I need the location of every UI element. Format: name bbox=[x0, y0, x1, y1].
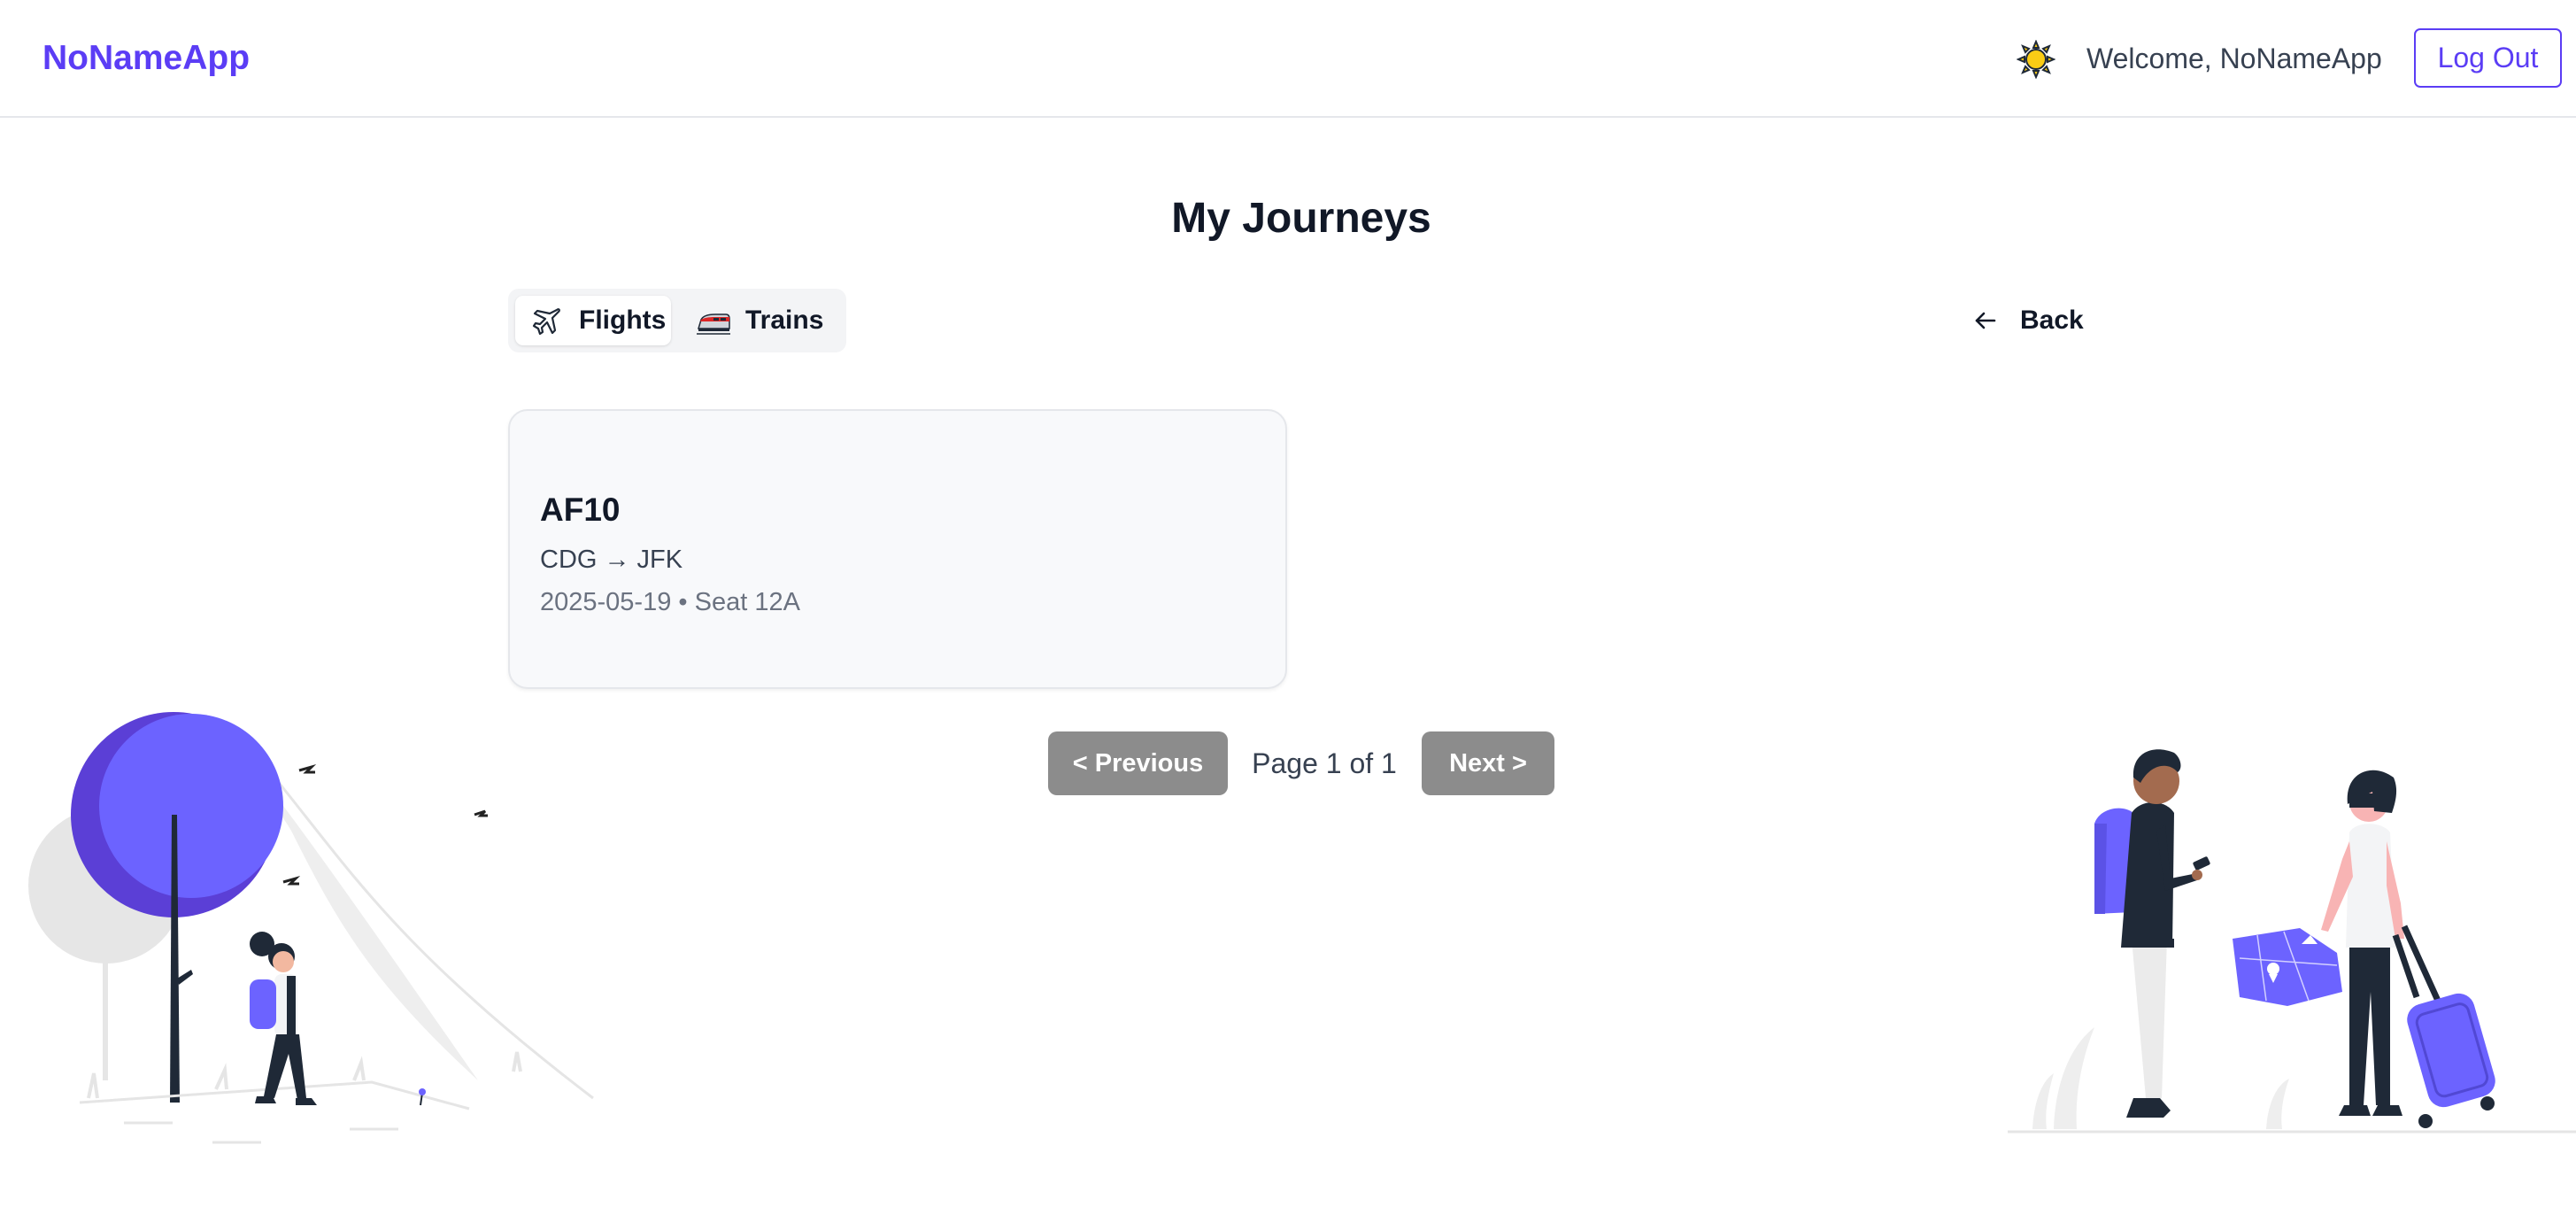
flight-date-seat: 2025-05-19 • Seat 12A bbox=[540, 588, 800, 616]
tab-trains[interactable]: Trains bbox=[683, 296, 839, 345]
tab-trains-label: Trains bbox=[745, 306, 824, 335]
hiker-illustration bbox=[28, 712, 594, 1144]
next-page-button[interactable]: Next > bbox=[1422, 731, 1554, 795]
airplane-icon bbox=[529, 303, 565, 338]
logout-button[interactable]: Log Out bbox=[2414, 28, 2562, 88]
back-button[interactable]: Back bbox=[1971, 301, 2084, 340]
brand-logo[interactable]: NoNameApp bbox=[42, 35, 250, 81]
welcome-text: Welcome, NoNameApp bbox=[2086, 43, 2382, 74]
theme-toggle-button[interactable] bbox=[2015, 40, 2057, 79]
page-title: My Journeys bbox=[1171, 195, 1431, 242]
travelers-illustration bbox=[2008, 749, 2576, 1134]
train-icon bbox=[696, 303, 731, 338]
tab-flights-label: Flights bbox=[579, 306, 667, 335]
page-indicator: Page 1 of 1 bbox=[1252, 747, 1397, 779]
back-label: Back bbox=[2020, 306, 2084, 335]
sun-icon bbox=[2017, 40, 2055, 79]
top-navbar: NoNameApp Welcome, NoNameApp Log Out bbox=[0, 0, 2576, 118]
journey-card[interactable]: AF10 CDG → JFK 2025-05-19 • Seat 12A bbox=[508, 409, 1287, 689]
flight-route: CDG → JFK bbox=[540, 546, 683, 574]
journey-type-tabs: Flights Trains bbox=[508, 289, 846, 352]
arrow-left-icon bbox=[1971, 306, 2001, 336]
flight-code: AF10 bbox=[540, 491, 621, 528]
tab-flights[interactable]: Flights bbox=[515, 296, 671, 345]
previous-page-button[interactable]: < Previous bbox=[1048, 731, 1228, 795]
